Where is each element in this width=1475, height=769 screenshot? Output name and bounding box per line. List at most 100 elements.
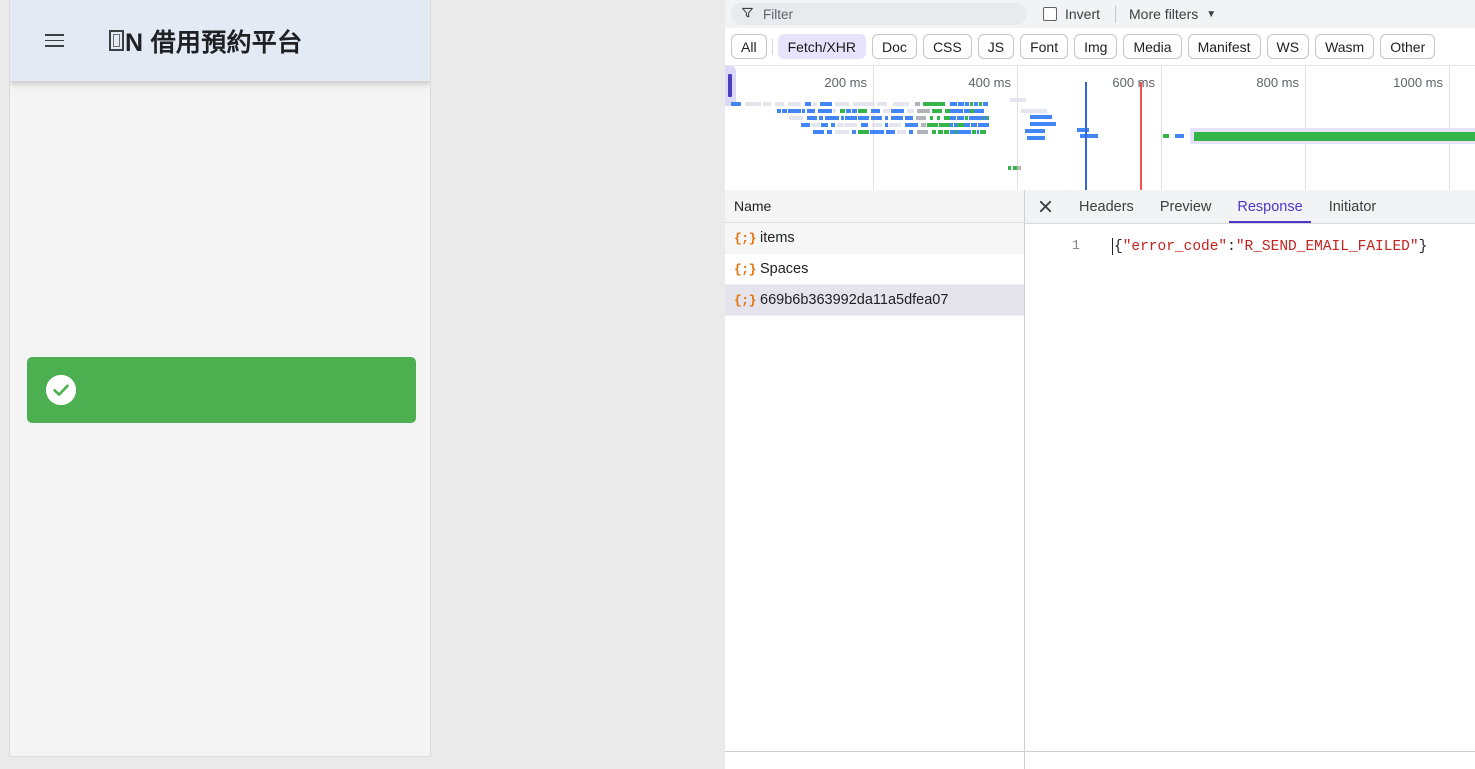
timeline-request-bar (886, 130, 895, 134)
filter-chip-doc[interactable]: Doc (872, 34, 917, 59)
filter-chip-ws[interactable]: WS (1266, 34, 1310, 59)
timeline-request-bar (801, 123, 810, 127)
timeline-request-bar (1027, 136, 1045, 140)
request-row[interactable]: {;} Spaces (725, 254, 1024, 285)
timeline-request-bar (763, 102, 771, 106)
timeline-request-bar (984, 116, 987, 120)
tab-response[interactable]: Response (1224, 190, 1315, 223)
json-close-brace: } (1418, 239, 1428, 255)
check-circle-icon (46, 375, 76, 405)
timeline-request-bar (831, 123, 835, 127)
timeline-request-bar (807, 116, 817, 120)
timeline-request-bar (958, 130, 964, 134)
chip-separator (771, 38, 773, 55)
timeline-request-bar (1010, 98, 1026, 102)
timeline-request-bar (731, 102, 741, 106)
timeline-request-bar (846, 109, 851, 113)
search-input[interactable] (763, 6, 1003, 22)
app-title-text: N 借用預約平台 (125, 28, 303, 57)
timeline-request-bar (923, 102, 945, 106)
timeline-request-bar (958, 102, 964, 106)
timeline-tick-label: 1000 ms (1393, 75, 1443, 90)
timeline-request-bar (853, 102, 875, 106)
request-list: Name {;} items {;} Spaces {;} 669b6b363992da1… (725, 190, 1025, 752)
close-icon[interactable] (1025, 190, 1066, 223)
timeline-request-bar (955, 130, 957, 134)
filter-chip-img[interactable]: Img (1074, 34, 1118, 59)
json-value: "R_SEND_EMAIL_FAILED" (1235, 239, 1419, 255)
filter-chip-all[interactable]: All (731, 34, 767, 59)
timeline-request-bar (974, 123, 977, 127)
timeline-request-bar (1025, 129, 1045, 133)
filter-chip-css[interactable]: CSS (922, 34, 972, 59)
response-json-text[interactable]: {"error_code":"R_SEND_EMAIL_FAILED"} (1080, 236, 1427, 258)
timeline-request-bar (745, 102, 761, 106)
filter-chip-other[interactable]: Other (1380, 34, 1436, 59)
timeline-request-bar (782, 109, 787, 113)
hamburger-menu-icon[interactable] (32, 19, 76, 63)
timeline-request-bar (977, 130, 979, 134)
timeline-request-bar (950, 130, 954, 134)
timeline-request-bar (965, 102, 969, 106)
timeline-request-bar (852, 109, 857, 113)
request-row[interactable]: {;} items (725, 223, 1024, 254)
timeline-gridline (1017, 66, 1018, 190)
invert-checkbox-row[interactable]: Invert (1043, 6, 1100, 22)
timeline-request-bar (909, 130, 913, 134)
timeline-request-bar (957, 123, 964, 127)
timeline-request-bar (954, 123, 956, 127)
success-alert (27, 357, 416, 423)
response-body-viewer[interactable]: 1 {"error_code":"R_SEND_EMAIL_FAILED"} (1025, 224, 1475, 752)
timeline-request-bar (975, 109, 980, 113)
funnel-icon (741, 6, 754, 22)
json-file-icon: {;} (734, 261, 756, 277)
request-name: 669b6b363992da11a5dfea07 (760, 292, 949, 308)
column-header-name[interactable]: Name (725, 190, 1024, 223)
detail-tab-bar: Headers Preview Response Initiator (1025, 190, 1475, 224)
timeline-request-bar (921, 123, 926, 127)
filter-chip-js[interactable]: JS (977, 34, 1015, 59)
filter-chip-media[interactable]: Media (1123, 34, 1182, 59)
timeline-request-bar (1080, 134, 1098, 138)
filter-chip-wasm[interactable]: Wasm (1315, 34, 1375, 59)
missing-glyph-icon (109, 30, 124, 51)
tab-preview[interactable]: Preview (1147, 190, 1225, 223)
timeline-request-bar (885, 123, 888, 127)
filter-chip-fetch-xhr[interactable]: Fetch/XHR (777, 34, 867, 59)
timeline-request-bar (827, 130, 832, 134)
invert-checkbox[interactable] (1043, 7, 1057, 21)
timeline-request-bar (858, 116, 869, 120)
timeline-request-bar (917, 109, 930, 113)
timeline-request-bar (835, 102, 849, 106)
selected-request-bar[interactable] (1190, 128, 1475, 144)
filter-chip-manifest[interactable]: Manifest (1187, 34, 1261, 59)
timeline-request-bar (1008, 166, 1011, 170)
timeline-request-bar (870, 130, 884, 134)
timeline-request-bar (818, 109, 832, 113)
timeline-request-bar (807, 109, 815, 113)
tab-initiator[interactable]: Initiator (1316, 190, 1390, 223)
request-name: Spaces (760, 261, 809, 277)
timeline-request-bar (1163, 134, 1169, 138)
timeline-selection-handle[interactable] (725, 66, 736, 106)
timeline-request-bar (885, 116, 888, 120)
timeline-request-bar (858, 109, 867, 113)
timeline-request-bar (775, 102, 784, 106)
column-divider (1024, 752, 1025, 769)
timeline-gridline (873, 66, 874, 190)
timeline-request-bar (965, 123, 970, 127)
timeline-request-bar (938, 130, 943, 134)
invert-label: Invert (1065, 6, 1101, 22)
tab-headers[interactable]: Headers (1066, 190, 1147, 223)
timeline-request-bar (837, 123, 843, 127)
timeline-request-bar (877, 102, 887, 106)
timeline-request-bar (932, 130, 936, 134)
network-overview-timeline[interactable]: 200 ms 400 ms 600 ms 800 ms 1000 ms (725, 66, 1475, 191)
filter-chip-font[interactable]: Font (1020, 34, 1069, 59)
request-row[interactable]: {;} 669b6b363992da11a5dfea07 (725, 285, 1024, 316)
timeline-request-bar (950, 123, 953, 127)
more-filters-dropdown[interactable]: More filters ▼ (1129, 6, 1216, 22)
filter-input-wrapper[interactable] (731, 3, 1027, 25)
toolbar-divider (1115, 5, 1117, 23)
timeline-request-bar (805, 102, 811, 106)
